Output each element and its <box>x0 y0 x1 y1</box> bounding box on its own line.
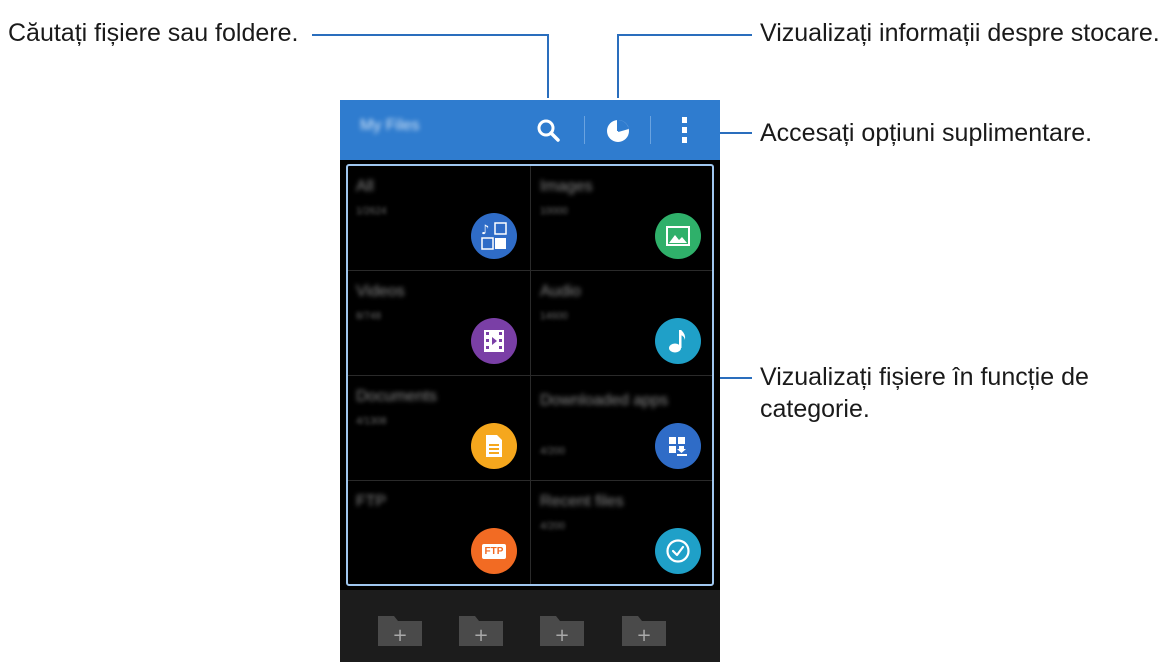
add-folder-icon: + <box>540 616 584 646</box>
appbar-separator <box>584 116 585 144</box>
storage-pie-icon <box>607 120 629 142</box>
add-folder-button[interactable]: + <box>376 612 424 648</box>
add-folder-button[interactable]: + <box>538 612 586 648</box>
bottom-shortcuts-bar: + + + + <box>340 590 720 662</box>
storage-button[interactable] <box>594 106 642 154</box>
appbar-separator <box>650 116 651 144</box>
leader-storage <box>617 34 752 98</box>
add-folder-icon: + <box>378 616 422 646</box>
search-button[interactable] <box>524 106 572 154</box>
search-icon <box>537 119 560 142</box>
leader-search <box>312 34 549 98</box>
add-folder-icon: + <box>622 616 666 646</box>
plus-label: + <box>636 625 651 646</box>
app-bar: My Files <box>340 100 720 160</box>
add-folder-icon: + <box>459 616 503 646</box>
more-options-icon <box>682 117 687 143</box>
add-folder-button[interactable]: + <box>620 612 668 648</box>
app-title: My Files <box>360 117 420 134</box>
category-highlight-box <box>346 164 714 586</box>
plus-label: + <box>473 625 488 646</box>
add-folder-button[interactable]: + <box>457 612 505 648</box>
more-options-button[interactable] <box>660 106 708 154</box>
plus-label: + <box>554 625 569 646</box>
plus-label: + <box>392 625 407 646</box>
